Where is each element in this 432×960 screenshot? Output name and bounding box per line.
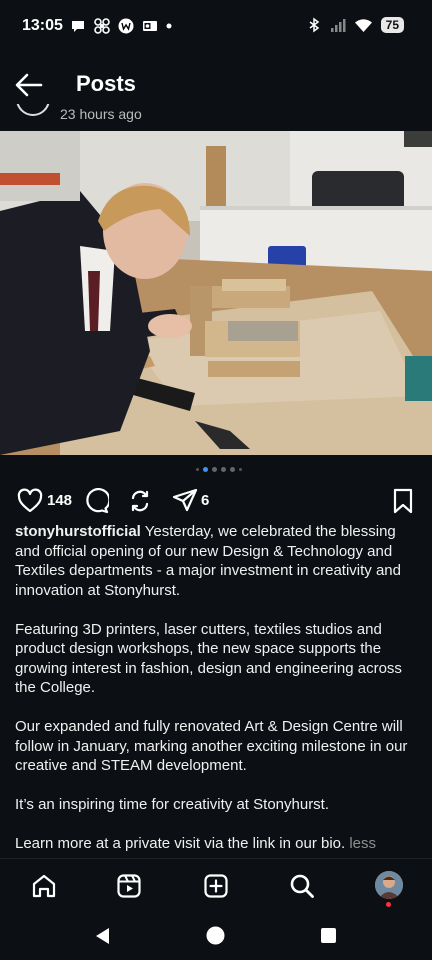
notification-dot: [386, 902, 391, 907]
caption-paragraph: stonyhurstofficial Yesterday, we celebra…: [15, 522, 417, 600]
carousel-dot-active: [203, 467, 208, 472]
header: Posts: [0, 60, 432, 110]
caption-paragraph: It’s an inspiring time for creativity at…: [15, 796, 330, 813]
less-link[interactable]: less: [349, 835, 376, 852]
caption-paragraph: Our expanded and fully renovated Art & D…: [15, 718, 408, 774]
caption-paragraph: Featuring 3D printers, laser cutters, te…: [15, 620, 402, 697]
page-title: Posts: [76, 71, 136, 96]
home-icon[interactable]: [31, 873, 57, 899]
post-author-row: 23 hours ago: [0, 104, 432, 130]
reels-icon[interactable]: [116, 873, 142, 899]
battery-icon: 75: [380, 17, 404, 33]
caption-username[interactable]: stonyhurstofficial: [15, 523, 141, 540]
carousel-dot: [212, 467, 217, 472]
carousel-dot: [239, 468, 242, 471]
heart-icon[interactable]: [17, 488, 43, 514]
carousel-indicator: [196, 467, 242, 472]
signal-icon: [330, 19, 346, 32]
w-app-icon: [118, 18, 134, 34]
bottom-nav: [0, 858, 432, 913]
status-bar: 13:05 75: [0, 0, 432, 52]
profile-avatar[interactable]: [375, 871, 403, 899]
arrow-left-icon[interactable]: [14, 72, 44, 98]
bookmark-icon[interactable]: [390, 488, 416, 514]
home-circle-icon[interactable]: [205, 925, 226, 946]
comment-icon[interactable]: [83, 488, 109, 514]
status-time: 13:05: [22, 17, 63, 34]
search-icon[interactable]: [289, 873, 315, 899]
carousel-dot: [230, 467, 235, 472]
bluetooth-icon: [309, 17, 319, 33]
dot-icon: [166, 23, 172, 29]
caption-paragraph: Learn more at a private visit via the li…: [15, 834, 417, 854]
pinwheel-icon: [94, 18, 110, 34]
repost-icon[interactable]: [127, 488, 153, 514]
carousel-dot: [221, 467, 226, 472]
caption-last-line: Learn more at a private visit via the li…: [15, 835, 346, 852]
create-icon[interactable]: [203, 873, 229, 899]
post-timestamp: 23 hours ago: [60, 106, 142, 122]
android-nav-bar: [0, 912, 432, 960]
back-triangle-icon[interactable]: [93, 926, 111, 946]
profile-photo: [375, 871, 403, 899]
post-actions: 148 6: [0, 486, 432, 516]
post-caption: stonyhurstofficial Yesterday, we celebra…: [15, 522, 417, 873]
chat-bubble-icon: [72, 21, 84, 32]
author-avatar[interactable]: [16, 104, 50, 116]
like-count[interactable]: 148: [47, 492, 72, 509]
carousel-dot: [196, 468, 199, 471]
outlook-icon: [143, 21, 157, 31]
notification-icons: [70, 18, 172, 34]
wifi-icon: [354, 19, 372, 32]
share-count[interactable]: 6: [201, 492, 209, 509]
send-icon[interactable]: [172, 488, 198, 514]
post-photo[interactable]: [0, 131, 432, 455]
system-icons: 75: [306, 17, 404, 33]
recents-square-icon[interactable]: [320, 927, 337, 944]
